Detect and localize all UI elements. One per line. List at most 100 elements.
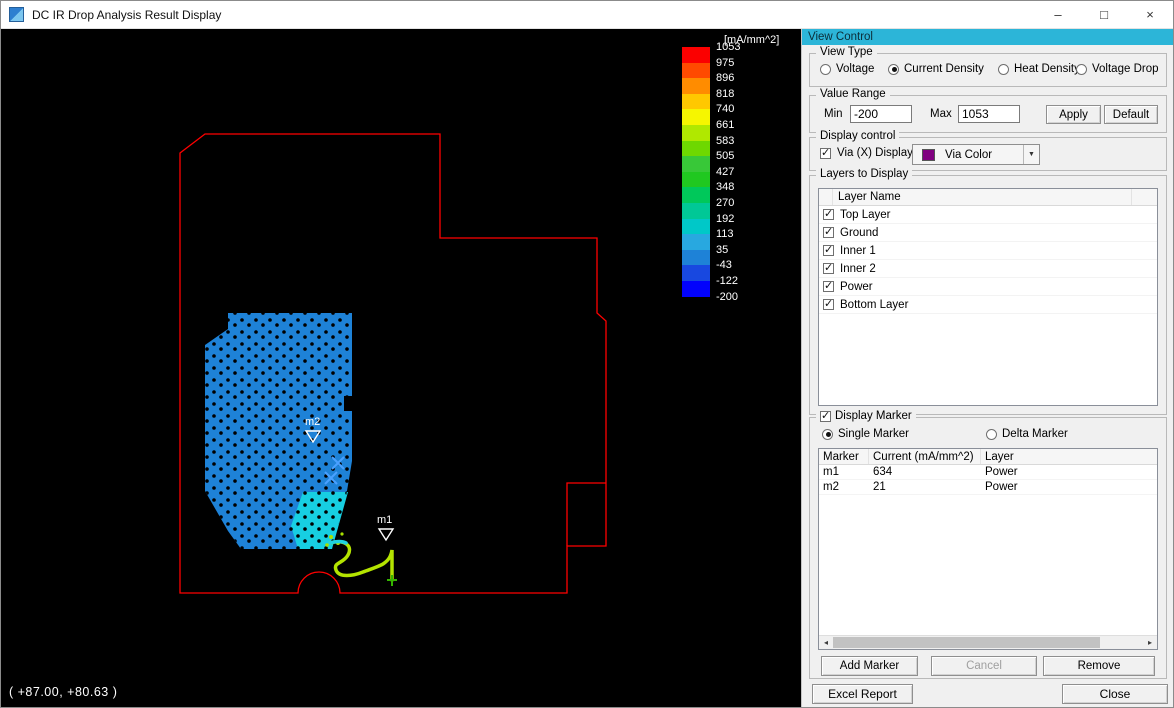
legend-label: 348 xyxy=(716,181,734,193)
layer-row[interactable]: Top Layer xyxy=(819,206,1157,224)
remove-button[interactable]: Remove xyxy=(1043,656,1155,676)
legend-swatch xyxy=(682,125,710,141)
add-marker-button[interactable]: Add Marker xyxy=(821,656,918,676)
layer-row[interactable]: Ground xyxy=(819,224,1157,242)
excel-report-button[interactable]: Excel Report xyxy=(812,684,913,704)
via-dot-field xyxy=(205,313,352,549)
radio-voltage-drop-label: Voltage Drop xyxy=(1092,63,1159,75)
legend-swatch xyxy=(682,281,710,297)
horizontal-scrollbar[interactable]: ◂ ▸ xyxy=(819,635,1157,649)
layer-checkbox[interactable] xyxy=(823,209,834,220)
radio-current-density-circle xyxy=(888,64,899,75)
analysis-canvas[interactable]: m2 m1 [mA/mm^2] xyxy=(1,29,801,708)
layers-list: Layer Name Top Layer Ground Inner 1 xyxy=(818,188,1158,406)
radio-single-marker[interactable]: Single Marker xyxy=(822,428,909,440)
legend-swatch xyxy=(682,234,710,250)
legend-swatch xyxy=(682,265,710,281)
view-control-panel: View Control View Type Voltage Current D… xyxy=(801,29,1174,708)
layer-name: Inner 1 xyxy=(840,245,876,257)
radio-heat-density-label: Heat Density xyxy=(1014,63,1080,75)
cursor-coordinates: ( +87.00, +80.63 ) xyxy=(9,685,117,699)
titlebar: DC IR Drop Analysis Result Display – □ × xyxy=(1,1,1173,29)
marker-m1-label: m1 xyxy=(377,514,392,526)
radio-single-marker-label: Single Marker xyxy=(838,428,909,440)
display-marker-group-label: Display Marker xyxy=(816,410,916,422)
layer-row[interactable]: Inner 2 xyxy=(819,260,1157,278)
layer-row[interactable]: Inner 1 xyxy=(819,242,1157,260)
marker-table: Marker Current (mA/mm^2) Layer m1 634 Po… xyxy=(818,448,1158,650)
marker-table-row[interactable]: m2 21 Power xyxy=(819,480,1157,495)
layers-group: Layers to Display Layer Name Top Layer G… xyxy=(809,175,1167,415)
radio-heat-density[interactable]: Heat Density xyxy=(998,63,1080,75)
max-input[interactable] xyxy=(958,105,1020,123)
legend-label: 975 xyxy=(716,57,734,69)
radio-voltage-drop[interactable]: Voltage Drop xyxy=(1076,63,1159,75)
layer-checkbox[interactable] xyxy=(823,281,834,292)
marker-m1-triangle xyxy=(379,529,393,540)
marker-cell: m1 xyxy=(819,466,869,478)
legend-swatch xyxy=(682,109,710,125)
display-control-group: Display control Via (X) Display Via Colo… xyxy=(809,137,1167,171)
current-column-header: Current (mA/mm^2) xyxy=(869,449,981,464)
layer-checkbox[interactable] xyxy=(823,299,834,310)
radio-delta-marker[interactable]: Delta Marker xyxy=(986,428,1068,440)
via-color-dropdown[interactable]: Via Color ▼ xyxy=(912,144,1040,165)
legend-swatch xyxy=(682,63,710,79)
marker-column-header: Marker xyxy=(819,449,869,464)
display-control-group-label: Display control xyxy=(816,130,899,142)
close-button[interactable]: Close xyxy=(1062,684,1168,704)
layers-column-header: Layer Name xyxy=(833,191,1131,203)
legend-label: 740 xyxy=(716,103,734,115)
radio-delta-marker-label: Delta Marker xyxy=(1002,428,1068,440)
scroll-right-icon[interactable]: ▸ xyxy=(1143,636,1157,649)
legend-swatch xyxy=(682,250,710,266)
current-trace xyxy=(330,542,392,580)
legend-swatch xyxy=(682,47,710,63)
layer-row[interactable]: Bottom Layer xyxy=(819,296,1157,314)
legend-label: 35 xyxy=(716,244,728,256)
display-marker-checkbox[interactable] xyxy=(820,411,831,422)
default-button[interactable]: Default xyxy=(1104,105,1158,124)
layer-checkbox[interactable] xyxy=(823,227,834,238)
layer-name: Bottom Layer xyxy=(840,299,908,311)
value-range-group-label: Value Range xyxy=(816,88,890,100)
marker-table-row[interactable]: m1 634 Power xyxy=(819,465,1157,480)
radio-voltage[interactable]: Voltage xyxy=(820,63,874,75)
apply-button[interactable]: Apply xyxy=(1046,105,1101,124)
display-marker-label: Display Marker xyxy=(835,410,912,422)
minimize-button[interactable]: – xyxy=(1035,1,1081,28)
marker-m1[interactable]: m1 xyxy=(377,514,393,540)
maximize-button[interactable]: □ xyxy=(1081,1,1127,28)
layer-checkbox[interactable] xyxy=(823,245,834,256)
legend-label: -122 xyxy=(716,275,738,287)
via-display-label: Via (X) Display xyxy=(837,147,913,159)
layer-cell: Power xyxy=(981,481,1157,493)
layer-row[interactable]: Power xyxy=(819,278,1157,296)
radio-voltage-circle xyxy=(820,64,831,75)
window-controls: – □ × xyxy=(1035,1,1173,28)
min-input[interactable] xyxy=(850,105,912,123)
legend-label: 661 xyxy=(716,119,734,131)
legend-label: 505 xyxy=(716,150,734,162)
window-title: DC IR Drop Analysis Result Display xyxy=(32,8,221,22)
chevron-down-icon[interactable]: ▼ xyxy=(1023,145,1039,164)
radio-delta-marker-circle xyxy=(986,429,997,440)
panel-header: View Control xyxy=(802,29,1174,45)
scrollbar-thumb[interactable] xyxy=(833,637,1100,648)
marker-table-header: Marker Current (mA/mm^2) Layer xyxy=(819,449,1157,465)
layer-checkbox[interactable] xyxy=(823,263,834,274)
via-color-label: Via Color xyxy=(945,149,1023,161)
legend-label: 896 xyxy=(716,72,734,84)
layers-list-header: Layer Name xyxy=(819,189,1157,206)
via-display-checkbox[interactable]: Via (X) Display xyxy=(820,147,913,159)
marker-cell: m2 xyxy=(819,481,869,493)
scroll-left-icon[interactable]: ◂ xyxy=(819,636,833,649)
radio-voltage-label: Voltage xyxy=(836,63,874,75)
current-cell: 634 xyxy=(869,466,981,478)
radio-current-density[interactable]: Current Density xyxy=(888,63,984,75)
color-legend: [mA/mm^2] xyxy=(680,34,779,297)
layers-header-end xyxy=(1131,189,1157,205)
radio-voltage-drop-circle xyxy=(1076,64,1087,75)
close-window-button[interactable]: × xyxy=(1127,1,1173,28)
cancel-button[interactable]: Cancel xyxy=(931,656,1037,676)
